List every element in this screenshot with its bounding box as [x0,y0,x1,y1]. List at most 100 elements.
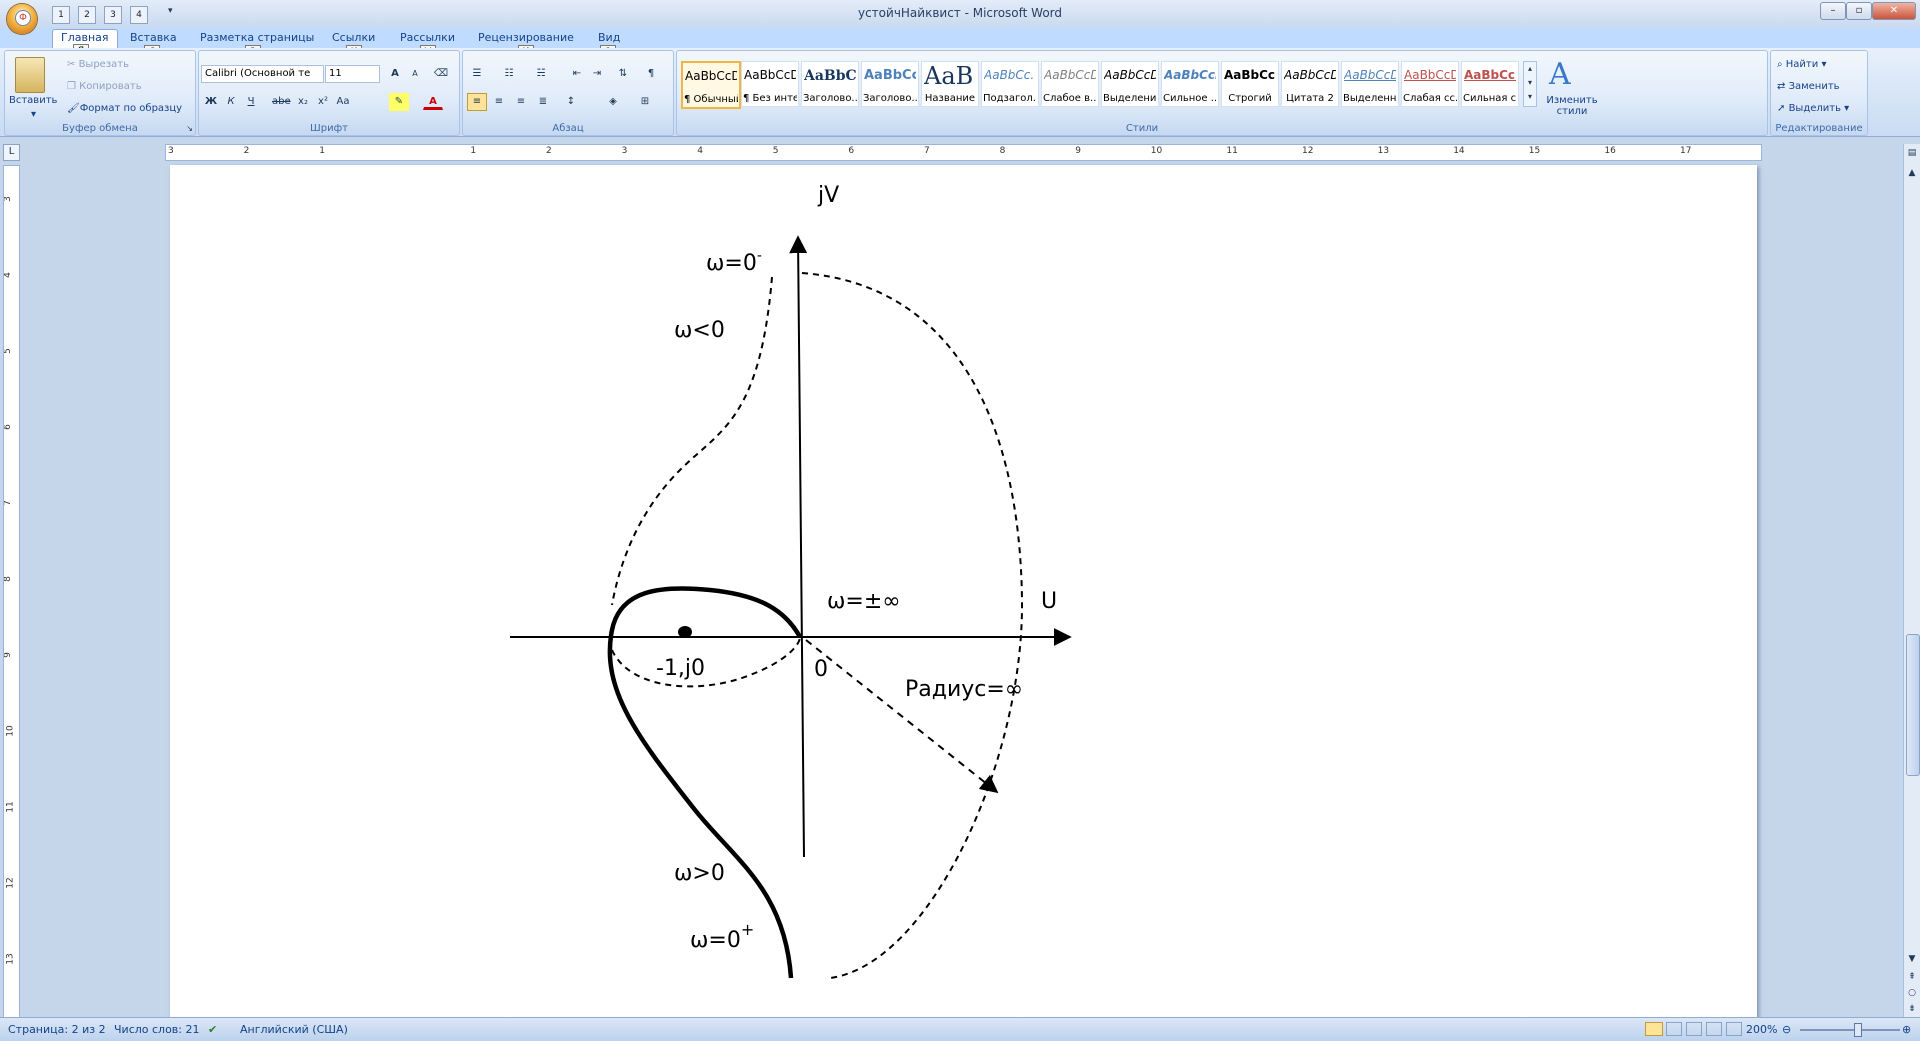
office-button-keytip: Ф [15,10,31,26]
horizontal-ruler[interactable]: 3 2 1 1 2 3 4 5 6 7 8 9 10 11 12 13 14 15 16 17 [165,144,1762,161]
paragraph-group: ☰ ☷ ☵ ⇤ ⇥ ⇅ ¶ ≡ ≡ ≡ ≣ ↕ ◈ ⊞ Абзац [462,50,674,136]
style-item[interactable]: AaBbCcЗаголово... [801,61,859,107]
copy-button[interactable]: ❐ Копировать [67,81,142,92]
close-icon[interactable]: ✕ [1872,2,1916,20]
zoom-in-icon[interactable]: ⊕ [1902,1023,1911,1036]
replace-button[interactable]: ⇄ Заменить [1777,81,1840,92]
radius-arrow [805,639,999,794]
previous-page-icon[interactable]: ⇞ [1905,970,1919,984]
clear-format-icon[interactable]: ⌫ [431,65,451,83]
outline-view-icon[interactable] [1706,1022,1722,1036]
italic-button[interactable]: К [221,93,241,111]
tab-stop-selector[interactable]: L [3,144,20,161]
scroll-thumb[interactable] [1906,634,1920,776]
paste-button[interactable]: Вставить [9,95,57,106]
office-button[interactable]: Ф [7,4,37,34]
style-item[interactable]: AaBbCcDıСлабое в... [1041,61,1099,107]
scroll-up-icon[interactable]: ▲ [1905,166,1919,180]
full-screen-view-icon[interactable] [1666,1022,1682,1036]
zoom-slider[interactable] [1800,1029,1900,1031]
tab-insert[interactable]: ВставкаС [130,31,177,60]
ribbon-tabs: ГлавнаяЯ ВставкаС Разметка страницыЗ Ссы… [0,28,1920,60]
ruler-mark: 2 [546,146,552,156]
ruler-mark: 10 [1150,146,1163,156]
page-count[interactable]: Страница: 2 из 2 [8,1023,106,1036]
print-layout-view-icon[interactable] [1645,1022,1663,1036]
sort-icon[interactable]: ⇅ [613,65,633,83]
strikethrough-button[interactable]: abe [271,93,291,111]
ruler-toggle-icon[interactable]: ▤ [1905,146,1919,160]
bold-button[interactable]: Ж [201,93,221,111]
increase-indent-icon[interactable]: ⇥ [587,65,607,83]
word-count[interactable]: Число слов: 21 [114,1023,200,1036]
grow-font-icon[interactable]: A [385,65,405,83]
style-item[interactable]: AaBbCcDc¶ Обычный [681,61,741,109]
vertical-scrollbar[interactable]: ▤ ▲ ▼ ⇞ ○ ⇟ [1903,144,1920,1020]
line-spacing-icon[interactable]: ↕ [561,93,581,111]
style-item[interactable]: AaBbCcDcСтрогий [1221,61,1279,107]
font-name-box[interactable]: Calibri (Основной те [201,65,324,83]
align-center-icon[interactable]: ≡ [489,93,509,111]
style-item[interactable]: AaBbCcDıВыделенн... [1341,61,1399,107]
styles-scroll[interactable]: ▴ ▾ ▾ [1523,61,1537,107]
style-item[interactable]: AaBbCcDıЦитата 2 [1281,61,1339,107]
maximize-icon[interactable]: ▫ [1846,2,1872,20]
style-item[interactable]: AaBbCcDıСильная с... [1461,61,1519,107]
find-button[interactable]: ⌕ Найти ▾ [1777,59,1826,70]
web-layout-view-icon[interactable] [1686,1022,1702,1036]
tab-view[interactable]: ВидО [598,31,620,60]
select-browse-object-icon[interactable]: ○ [1905,986,1919,1000]
draft-view-icon[interactable] [1726,1022,1742,1036]
change-styles-icon[interactable]: A [1549,57,1571,92]
dialog-launcher-icon[interactable]: ↘ [186,124,193,133]
zoom-level[interactable]: 200% [1746,1023,1777,1036]
shrink-font-icon[interactable]: A [405,65,425,83]
font-size-box[interactable]: 11 [325,65,380,83]
paste-icon[interactable] [15,57,45,93]
next-page-icon[interactable]: ⇟ [1905,1002,1919,1016]
style-item[interactable]: AaBbCcDc¶ Без инте... [741,61,799,107]
style-item[interactable]: AaBbCcDıВыделение [1101,61,1159,107]
proofing-icon[interactable]: ✔ [208,1023,217,1036]
style-item[interactable]: AaBbCc. Подзагол... [981,61,1039,107]
subscript-button[interactable]: x₂ [293,93,313,111]
style-item[interactable]: AaBbCcDıСильное ... [1161,61,1219,107]
pilcrow-icon[interactable]: ¶ [641,65,661,83]
underline-button[interactable]: Ч [241,93,261,111]
change-case-button[interactable]: Aa [333,93,353,111]
style-item[interactable]: AaBbCcDıСлабая сс... [1401,61,1459,107]
tab-home[interactable]: ГлавнаяЯ [52,29,118,59]
ruler-mark: 13 [1377,146,1390,156]
shading-icon[interactable]: ◈ [603,93,623,111]
tab-mailings[interactable]: РассылкиЫ [400,31,455,60]
style-item[interactable]: AaB Название [921,61,979,107]
justify-icon[interactable]: ≣ [533,93,553,111]
numbering-icon[interactable]: ☷ [499,65,519,83]
bullets-icon[interactable]: ☰ [467,65,487,83]
vertical-ruler[interactable]: 3 4 5 6 7 8 9 10 11 12 13 [3,165,20,1022]
select-button[interactable]: ➚ Выделить ▾ [1777,103,1849,114]
align-left-icon[interactable]: ≡ [467,93,487,111]
language-indicator[interactable]: Английский (США) [240,1023,348,1036]
highlight-icon[interactable]: ✎ [389,93,409,111]
minimize-icon[interactable]: – [1820,2,1846,20]
scroll-down-icon[interactable]: ▼ [1905,952,1919,966]
ruler-mark: 11 [1226,146,1238,156]
multilevel-list-icon[interactable]: ☵ [531,65,551,83]
tab-review[interactable]: РецензированиеИ [478,31,574,60]
document-page[interactable]: jV U ω=0- ω<0 ω=±∞ -1,j0 0 Радиус=∞ ω>0 … [170,165,1757,1020]
zoom-slider-thumb[interactable] [1854,1023,1862,1037]
paste-dropdown-icon[interactable]: ▾ [31,109,36,120]
font-color-icon[interactable]: A [423,93,443,110]
tab-references[interactable]: СсылкиК [332,31,375,60]
decrease-indent-icon[interactable]: ⇤ [567,65,587,83]
format-painter-button[interactable]: 🖌Формат по образцу [67,103,182,114]
change-styles-button[interactable]: Изменить стили [1541,95,1603,117]
style-item[interactable]: AaBbCcЗаголово... [861,61,919,107]
align-right-icon[interactable]: ≡ [511,93,531,111]
cut-button[interactable]: ✂ Вырезать [67,59,129,70]
borders-icon[interactable]: ⊞ [635,93,655,111]
zoom-out-icon[interactable]: ⊖ [1782,1023,1791,1036]
tab-page-layout[interactable]: Разметка страницыЗ [200,31,314,60]
superscript-button[interactable]: x² [313,93,333,111]
